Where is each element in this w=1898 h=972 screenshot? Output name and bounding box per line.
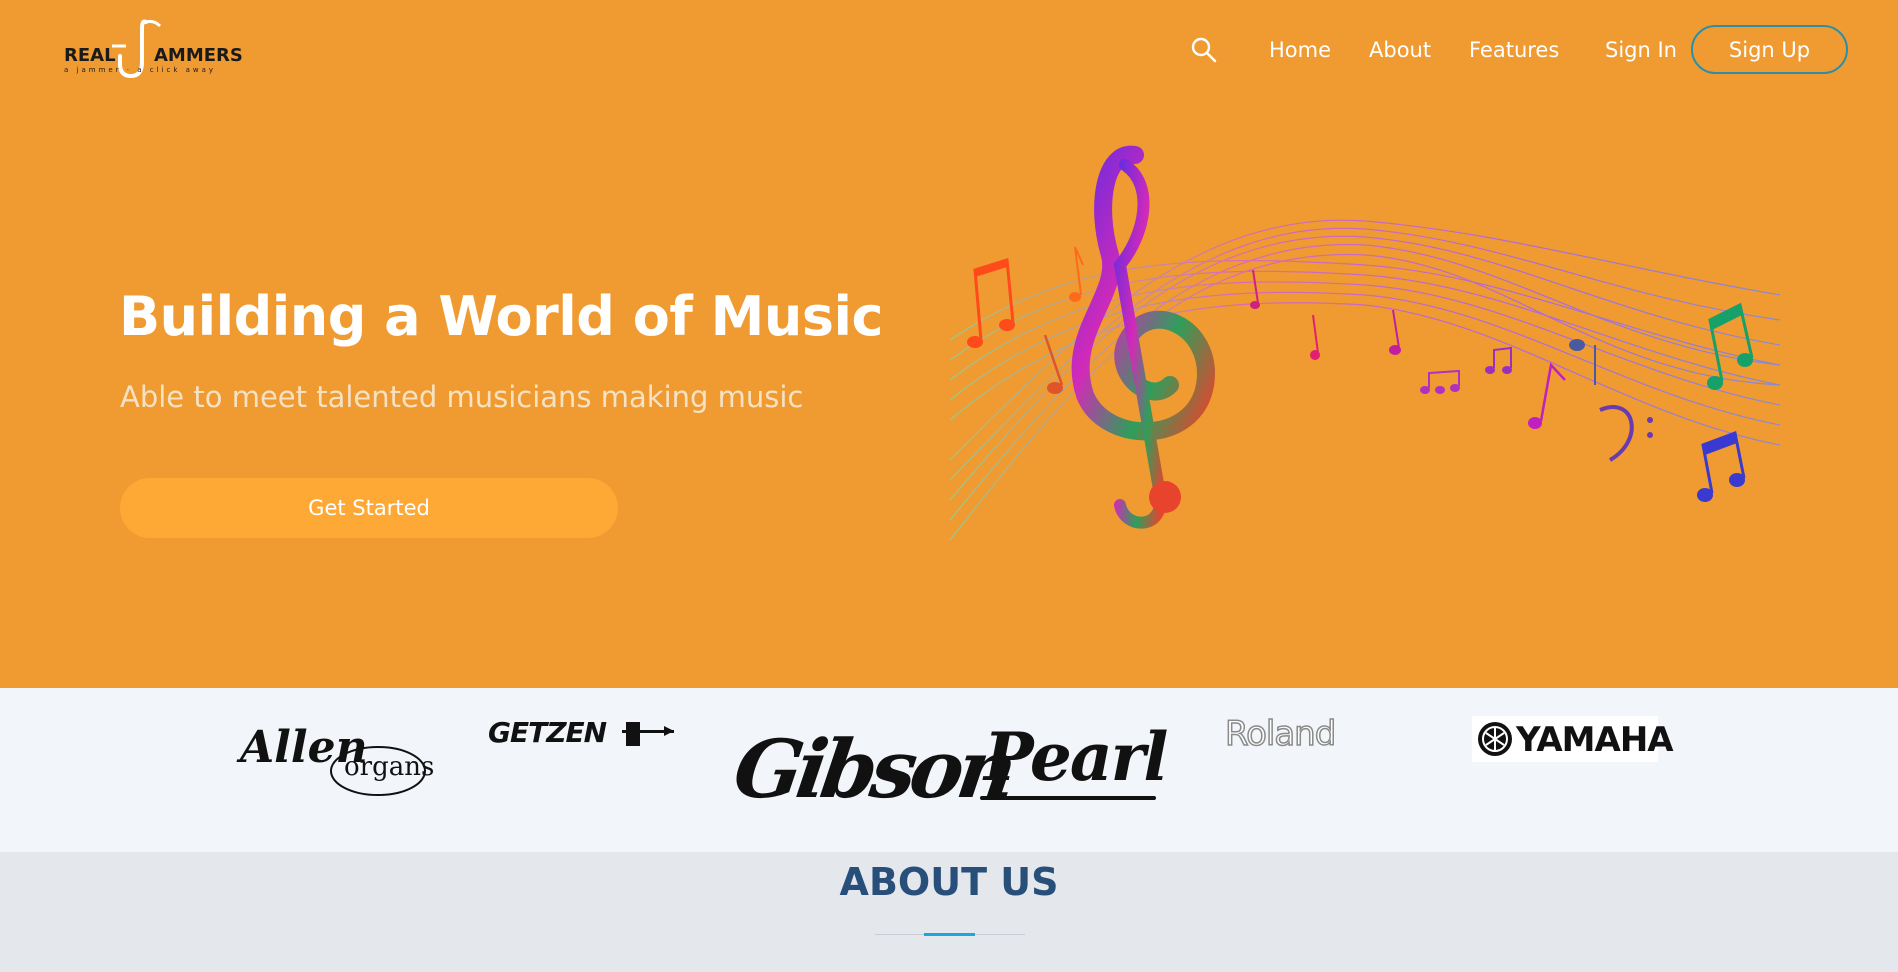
sign-up-button[interactable]: Sign Up (1691, 25, 1848, 74)
brand-name: Pearl (984, 718, 1168, 796)
underline (980, 796, 1156, 800)
trumpet-icon (622, 722, 674, 746)
music-staff-illustration (949, 145, 1780, 541)
brand-logo-allen-organs: Allen organs (238, 718, 434, 798)
hero-title: Building a World of Music (119, 285, 884, 348)
brand-logo-pearl: Pearl (980, 718, 1168, 808)
brand-name: GETZEN (488, 716, 607, 749)
about-section: ABOUT US (0, 852, 1898, 972)
logo-text-left: REAL (64, 45, 116, 66)
get-started-button[interactable]: Get Started (120, 478, 618, 538)
brand-logo-yamaha: YAMAHA (1472, 716, 1674, 762)
site-logo[interactable]: REAL AMMERS a jammer · a click away (62, 18, 243, 80)
nav-about-link[interactable]: About (1369, 38, 1431, 62)
search-icon[interactable] (1190, 36, 1218, 64)
brand-logo-gibson: Gibson (728, 718, 1016, 828)
nav-home-link[interactable]: Home (1269, 38, 1331, 62)
treble-clef-icon (1071, 145, 1215, 529)
brand-logo-roland: Roland (1224, 713, 1415, 755)
nav-features-link[interactable]: Features (1469, 38, 1559, 62)
top-navbar: REAL AMMERS a jammer · a click away Home… (0, 0, 1898, 100)
brand-name: YAMAHA (1516, 720, 1674, 760)
sign-in-link[interactable]: Sign In (1605, 38, 1677, 62)
brand-logo-getzen: GETZEN (488, 716, 674, 756)
brand-logos-strip: Allen organs GETZEN Gibson Pearl Roland … (0, 688, 1898, 852)
brand-name: Roland (1224, 713, 1337, 755)
brand-name: Gibson (728, 722, 1017, 816)
hero-subtitle: Able to meet talented musicians making m… (120, 380, 804, 414)
section-divider-accent (924, 933, 975, 936)
logo-tagline: a jammer · a click away (64, 66, 217, 74)
logo-text-right: AMMERS (154, 45, 243, 66)
brand-sub: organs (344, 752, 435, 782)
about-title: ABOUT US (839, 860, 1059, 904)
hero-section: REAL AMMERS a jammer · a click away Home… (0, 0, 1898, 688)
tuning-fork-icon (1478, 722, 1512, 756)
